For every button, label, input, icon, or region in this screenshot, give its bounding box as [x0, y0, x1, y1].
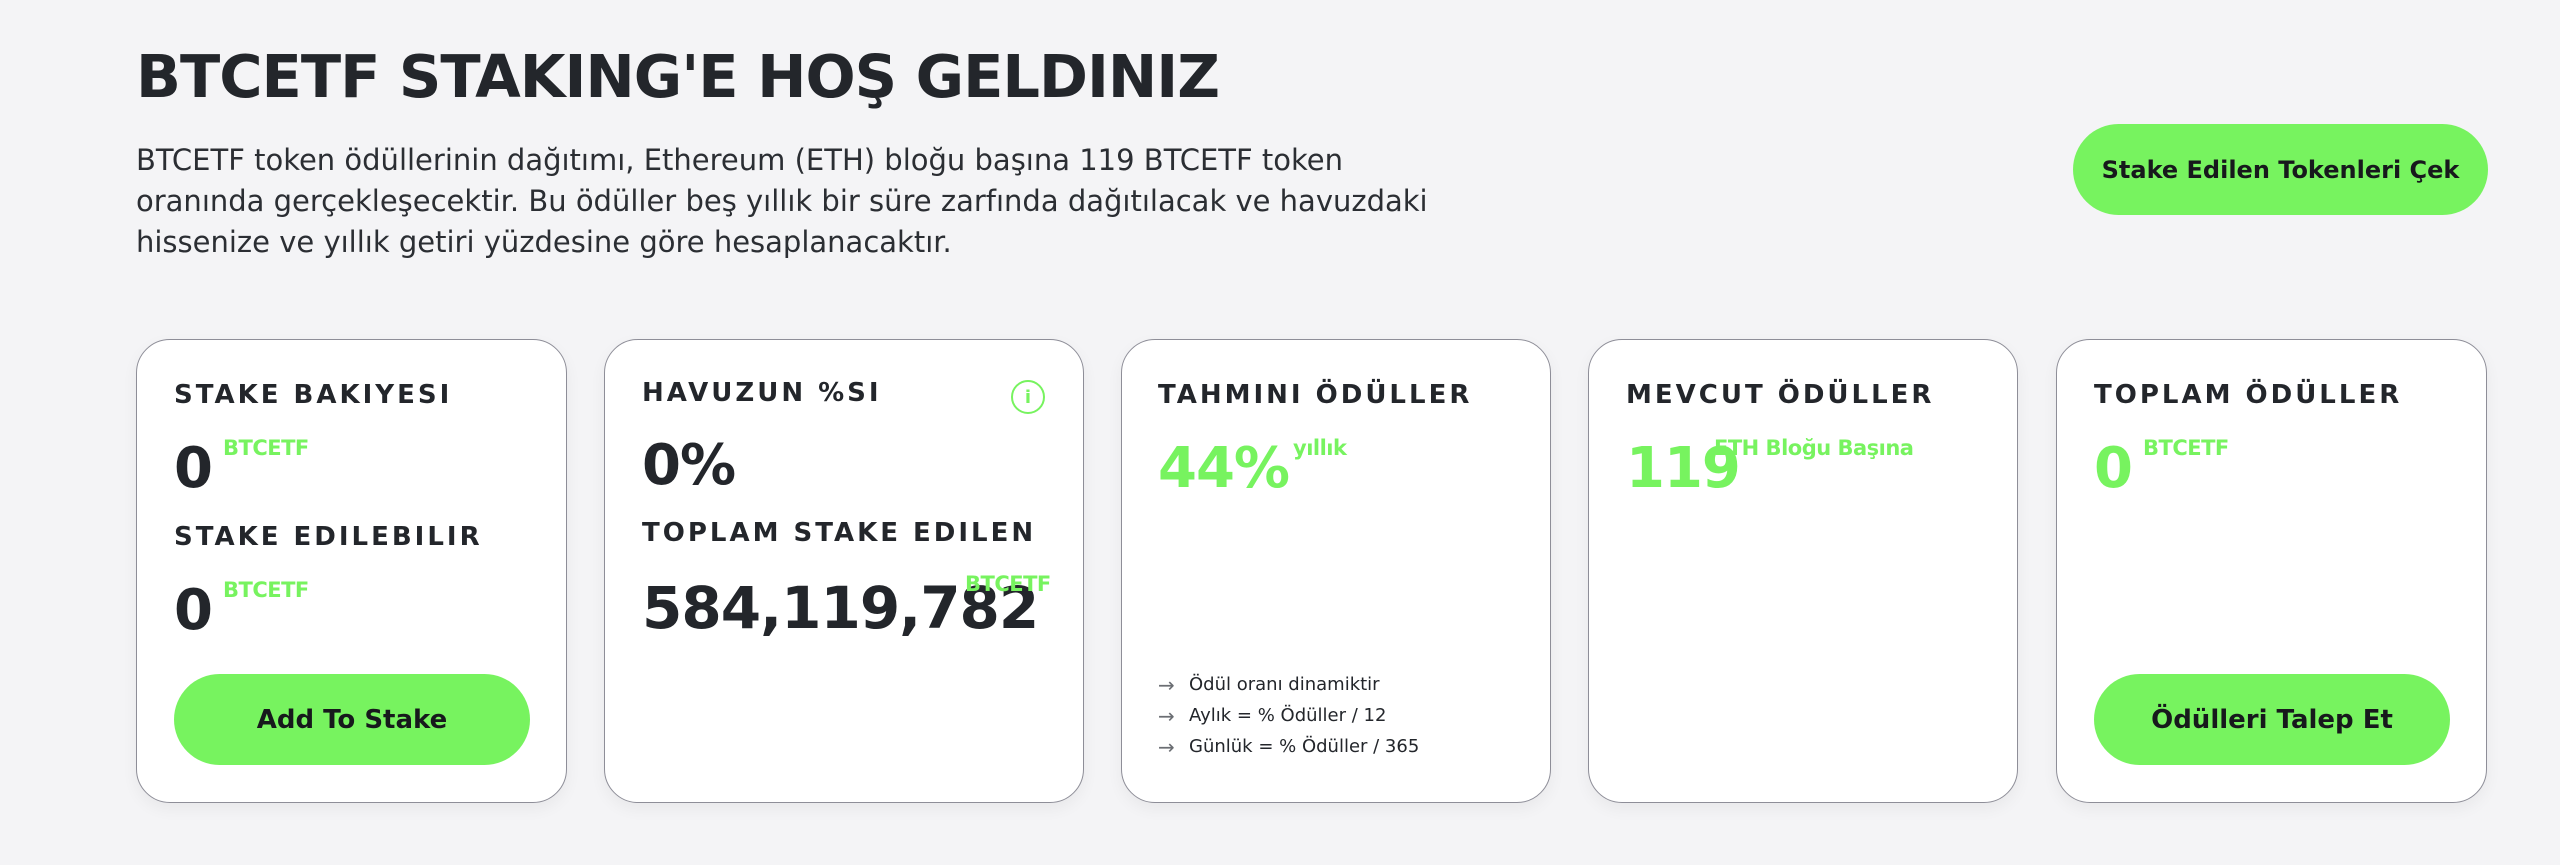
total-rewards-card: TOPLAM ÖDÜLLER 0 BTCETF Ödülleri Talep E… [2056, 339, 2487, 803]
total-staked-unit: BTCETF [965, 572, 1051, 596]
claim-rewards-button[interactable]: Ödülleri Talep Et [2094, 674, 2450, 765]
pool-share-card: HAVUZUN %SI i 0% TOPLAM STAKE EDILEN 584… [604, 339, 1084, 803]
stake-balance-card: STAKE BAKIYESI 0 BTCETF STAKE EDILEBILIR… [136, 339, 567, 803]
info-icon[interactable]: i [1011, 380, 1045, 414]
page-title: BTCETF STAKING'E HOŞ GELDINIZ [136, 42, 1220, 111]
list-item: → Aylık = % Ödüller / 12 [1158, 700, 1419, 731]
estimated-rewards-unit: yıllık [1293, 436, 1347, 460]
stakeable-label: STAKE EDILEBILIR [174, 522, 483, 552]
arrow-right-icon: → [1158, 672, 1175, 697]
pool-share-value: 0% [642, 433, 736, 498]
estimated-rewards-label: TAHMINI ÖDÜLLER [1158, 380, 1473, 410]
total-rewards-label: TOPLAM ÖDÜLLER [2094, 380, 2403, 410]
add-to-stake-button[interactable]: Add To Stake [174, 674, 530, 765]
reward-notes-list: → Ödül oranı dinamiktir → Aylık = % Ödül… [1158, 669, 1419, 762]
estimated-rewards-card: TAHMINI ÖDÜLLER 44% yıllık → Ödül oranı … [1121, 339, 1551, 803]
stake-balance-unit: BTCETF [223, 436, 309, 460]
total-staked-label: TOPLAM STAKE EDILEN [642, 518, 1037, 548]
arrow-right-icon: → [1158, 703, 1175, 728]
pool-share-label: HAVUZUN %SI [642, 378, 882, 408]
arrow-right-icon: → [1158, 734, 1175, 759]
estimated-rewards-value: 44% [1158, 436, 1290, 501]
list-item: → Ödül oranı dinamiktir [1158, 669, 1419, 700]
stakeable-value: 0 [174, 578, 213, 643]
intro-text: BTCETF token ödüllerinin dağıtımı, Ether… [136, 143, 1428, 259]
withdraw-staked-tokens-button[interactable]: Stake Edilen Tokenleri Çek [2073, 124, 2488, 215]
stake-balance-value: 0 [174, 436, 213, 501]
note-text: Ödül oranı dinamiktir [1189, 674, 1380, 695]
current-rewards-unit: ETH Bloğu Başına [1714, 436, 1914, 460]
total-rewards-unit: BTCETF [2143, 436, 2229, 460]
stakeable-unit: BTCETF [223, 578, 309, 602]
current-rewards-label: MEVCUT ÖDÜLLER [1626, 380, 1935, 410]
current-rewards-card: MEVCUT ÖDÜLLER 119 ETH Bloğu Başına [1588, 339, 2018, 803]
stake-balance-label: STAKE BAKIYESI [174, 380, 453, 410]
note-text: Aylık = % Ödüller / 12 [1189, 705, 1387, 726]
total-rewards-value: 0 [2094, 436, 2133, 501]
list-item: → Günlük = % Ödüller / 365 [1158, 731, 1419, 762]
note-text: Günlük = % Ödüller / 365 [1189, 736, 1420, 757]
